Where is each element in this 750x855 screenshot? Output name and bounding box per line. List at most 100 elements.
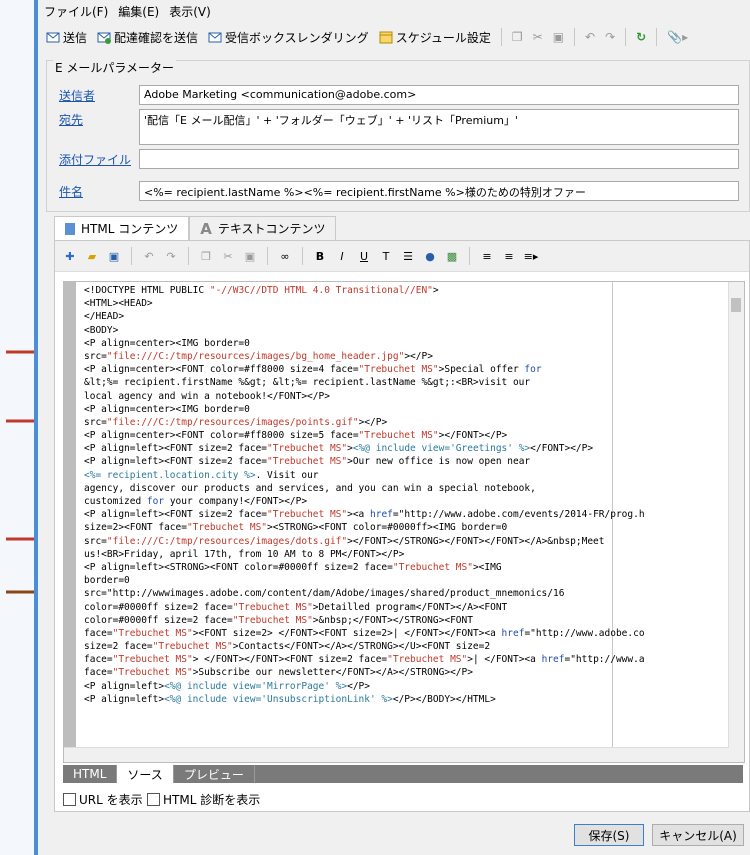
paste-icon[interactable]: ▣: [549, 28, 568, 46]
calendar-icon: [379, 31, 393, 44]
sender-label-link[interactable]: 送信者: [59, 87, 95, 104]
toolbar-separator: [625, 28, 627, 46]
editor-separator: [302, 247, 303, 265]
tab-text-content-label: テキストコンテンツ: [217, 222, 326, 236]
show-html-diagnostics-label: HTML 診断を表示: [163, 793, 261, 807]
code-line: border=0: [84, 575, 130, 587]
cut-icon[interactable]: ✂: [529, 28, 547, 46]
undo-icon[interactable]: ↶: [140, 247, 158, 265]
bullet-list-icon[interactable]: ☰: [399, 247, 417, 265]
attachment-icon[interactable]: 📎▸: [663, 28, 692, 46]
schedule-label: スケジュール設定: [395, 30, 491, 45]
main-toolbar: 送信 配達確認を送信 受信ボックスレンダリング スケジュール設定 ❐ ✂ ▣ ↶…: [38, 24, 750, 50]
code-line: </HEAD>: [84, 311, 125, 323]
code-line: <P align=left><FONT size=2 face="Trebuch…: [84, 509, 645, 521]
copy-icon[interactable]: ❐: [508, 28, 527, 46]
code-line: <P align=left><FONT size=2 face="Trebuch…: [84, 456, 531, 468]
envelope-check-icon: [97, 32, 112, 44]
editor-toolbar: ✚ ▰ ▣ ↶ ↷ ❐ ✂ ▣ ∞ B I U T ☰ ● ▩ ≡ ≡ ≡▸: [55, 241, 749, 272]
html-page-icon: [65, 222, 75, 235]
code-line: face="Trebuchet MS"><FONT size=2> </FONT…: [84, 627, 645, 639]
scroll-thumb[interactable]: [731, 298, 741, 312]
code-line: size=2 face="Trebuchet MS">Contacts</FON…: [84, 641, 491, 653]
save-button[interactable]: 保存(S): [574, 824, 644, 846]
checkbox-box[interactable]: [147, 793, 160, 806]
show-html-diagnostics-checkbox[interactable]: HTML 診断を表示: [147, 791, 260, 808]
code-line: <P align=left><STRONG><FONT color=#0000f…: [84, 561, 502, 573]
code-line: local agency and win a notebook!</FONT><…: [84, 390, 330, 402]
paste-icon[interactable]: ▣: [241, 247, 259, 265]
align-center-icon[interactable]: ≡: [500, 247, 518, 265]
code-line: <P align=center><IMG border=0: [84, 337, 250, 349]
to-field[interactable]: '配信「E メール配信」' + 'フォルダー「ウェブ」' + 'リスト「Prem…: [139, 109, 739, 145]
envelope-eye-icon: [208, 32, 222, 43]
code-line: &lt;%= recipient.firstName %&gt; &lt;%= …: [84, 377, 531, 389]
text-a-icon: A: [200, 219, 212, 238]
redo-icon[interactable]: ↷: [601, 28, 619, 46]
tab-source-view[interactable]: ソース: [117, 765, 174, 783]
italic-icon[interactable]: I: [333, 247, 351, 265]
cancel-button[interactable]: キャンセル(A): [652, 824, 744, 846]
inbox-rendering-button[interactable]: 受信ボックスレンダリング: [204, 27, 373, 48]
menu-bar: ファイル(F) 編集(E) 表示(V): [38, 0, 750, 22]
redo-icon[interactable]: ↷: [162, 247, 180, 265]
code-line: src="file:///C:/tmp/resources/images/poi…: [84, 416, 388, 428]
code-line: <P align=left><%@ include view='MirrorPa…: [84, 680, 370, 692]
text-color-icon[interactable]: T: [377, 247, 395, 265]
attachment-field[interactable]: [139, 149, 739, 169]
email-editor-window: ファイル(F) 編集(E) 表示(V) 送信 配達確認を送信 受信ボックスレンダ…: [34, 0, 750, 855]
to-label-link[interactable]: 宛先: [59, 111, 83, 128]
copy-icon[interactable]: ❐: [197, 247, 215, 265]
menu-view[interactable]: 表示(V): [169, 3, 211, 20]
send-proof-label: 配達確認を送信: [114, 30, 199, 45]
underline-icon[interactable]: U: [355, 247, 373, 265]
attachment-label-link[interactable]: 添付ファイル: [59, 151, 131, 168]
code-line: face="Trebuchet MS">Subscribe our newsle…: [84, 667, 473, 679]
find-binoculars-icon[interactable]: ∞: [276, 247, 294, 265]
envelope-icon: [46, 32, 60, 43]
align-right-icon[interactable]: ≡▸: [522, 247, 540, 265]
vertical-scrollbar[interactable]: [728, 282, 744, 762]
tab-preview-view[interactable]: プレビュー: [174, 765, 255, 783]
code-line: <P align=left><FONT size=2 face="Trebuch…: [84, 443, 594, 455]
bold-icon[interactable]: B: [311, 247, 329, 265]
editor-gutter: [64, 282, 76, 762]
subject-label-link[interactable]: 件名: [59, 183, 83, 200]
cut-icon[interactable]: ✂: [219, 247, 237, 265]
schedule-button[interactable]: スケジュール設定: [375, 27, 495, 48]
undo-icon[interactable]: ↶: [581, 28, 599, 46]
code-line: <P align=center><FONT color=#ff8000 size…: [84, 364, 542, 376]
inbox-rendering-label: 受信ボックスレンダリング: [225, 30, 369, 45]
horizontal-scrollbar[interactable]: [64, 747, 729, 762]
html-source-editor[interactable]: <!DOCTYPE HTML PUBLIC "-//W3C//DTD HTML …: [63, 281, 745, 763]
tab-html-view[interactable]: HTML: [63, 765, 118, 783]
insert-image-icon[interactable]: ▩: [443, 247, 461, 265]
send-proof-button[interactable]: 配達確認を送信: [93, 27, 202, 48]
code-line: src="file:///C:/tmp/resources/images/dot…: [84, 535, 605, 547]
subject-field[interactable]: <%= recipient.lastName %><%= recipient.f…: [139, 181, 739, 201]
open-folder-icon[interactable]: ▰: [83, 247, 101, 265]
code-line: color=#0000ff size=2 face="Trebuchet MS"…: [84, 614, 473, 626]
save-disk-icon[interactable]: ▣: [105, 247, 123, 265]
toolbar-separator: [574, 28, 576, 46]
code-line: <P align=center><IMG border=0: [84, 403, 250, 415]
new-document-icon[interactable]: ✚: [61, 247, 79, 265]
tab-html-content[interactable]: HTML コンテンツ: [54, 216, 190, 240]
editor-separator: [131, 247, 132, 265]
code-line: agency, discover our products and servic…: [84, 482, 536, 494]
background-strip: [0, 0, 34, 855]
editor-separator: [267, 247, 268, 265]
refresh-icon[interactable]: ↻: [632, 28, 650, 46]
show-url-checkbox[interactable]: URL を表示: [63, 791, 143, 808]
align-left-icon[interactable]: ≡: [478, 247, 496, 265]
personalization-icon[interactable]: ●: [421, 247, 439, 265]
show-url-label: URL を表示: [79, 793, 143, 807]
menu-edit[interactable]: 編集(E): [118, 3, 159, 20]
sender-field[interactable]: Adobe Marketing <communication@adobe.com…: [139, 85, 739, 105]
checkbox-box[interactable]: [63, 793, 76, 806]
code-line: src="file:///C:/tmp/resources/images/bg_…: [84, 350, 433, 362]
menu-file[interactable]: ファイル(F): [44, 3, 108, 20]
code-line: face="Trebuchet MS"> </FONT></FONT><FONT…: [84, 654, 645, 666]
tab-text-content[interactable]: A テキストコンテンツ: [189, 216, 337, 240]
send-button[interactable]: 送信: [42, 27, 91, 48]
